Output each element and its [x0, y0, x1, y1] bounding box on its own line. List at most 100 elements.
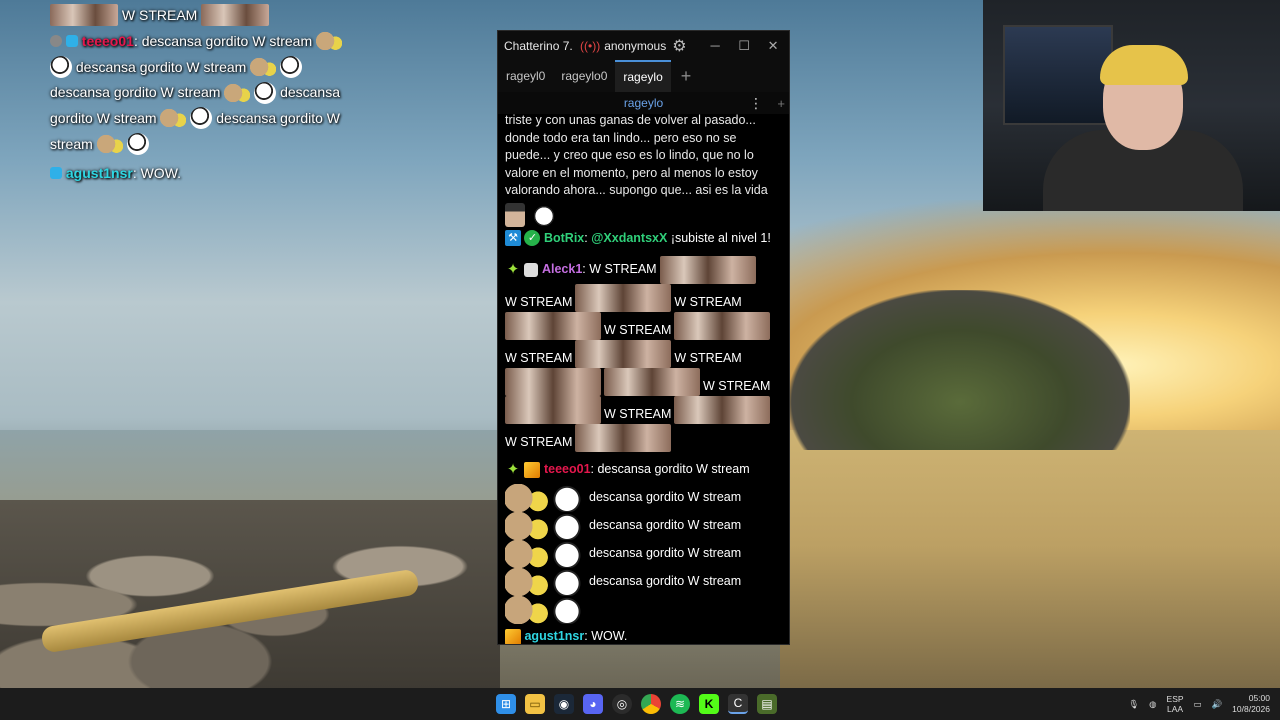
w-stream-emote: [674, 311, 771, 340]
chat-message: [505, 200, 782, 230]
message-text: W STREAM: [604, 407, 672, 421]
troll-emote: [549, 567, 585, 596]
add-tab-button[interactable]: +: [671, 60, 702, 92]
overlay-chat: W STREAM teeeo01: descansa gordito W str…: [50, 2, 380, 186]
language-indicator[interactable]: ESP LAA: [1167, 694, 1184, 714]
troll-emote: [126, 133, 149, 156]
verified-badge-icon: ✓: [524, 230, 541, 247]
overlay-line: descansa gordito W stream descansa: [50, 79, 380, 105]
w-stream-emote: [505, 367, 601, 396]
message-text: W STREAM: [674, 351, 742, 365]
overlay-text: WOW.: [140, 164, 182, 181]
w-stream-emote: [659, 255, 756, 284]
tab-rageylo0[interactable]: rageylo0: [553, 60, 615, 92]
message-text: ¡subiste al nivel 1!: [670, 230, 771, 245]
dog-emote: [250, 55, 277, 78]
troll-emote: [280, 55, 303, 78]
overlay-line: descansa gordito W stream: [50, 54, 380, 80]
chrome-icon[interactable]: [641, 694, 661, 714]
add-split-icon[interactable]: +: [777, 96, 785, 111]
clock[interactable]: 05:00 10/8/2026: [1232, 693, 1270, 715]
stream-emote-cell: [674, 311, 771, 340]
username[interactable]: teeeo01: [544, 461, 591, 479]
overlay-text: stream: [50, 135, 93, 152]
titlebar[interactable]: Chatterino 7. ((•)) anonymous ⚙ ─ ☐ ✕: [498, 31, 789, 60]
message-text: descansa gordito W stream: [597, 461, 750, 476]
maximize-button[interactable]: ☐: [730, 31, 759, 60]
file-explorer-icon[interactable]: ▭: [525, 694, 545, 714]
windows-start-icon[interactable]: ⊞: [496, 694, 516, 714]
steam-icon[interactable]: ◉: [554, 694, 574, 714]
dog-emote: [505, 595, 549, 624]
message-text: WOW.: [591, 628, 628, 643]
chat-message-part: [505, 595, 782, 624]
overlay-line: agust1nsr: WOW.: [50, 160, 380, 186]
overlay-text: descansa gordito W stream: [50, 84, 221, 101]
dog-emote: [505, 539, 549, 568]
kick-icon[interactable]: K: [699, 694, 719, 714]
w-stream-emote: [575, 283, 672, 312]
message-text: W STREAM: [703, 379, 771, 393]
overlay-line: gordito W stream descansa gordito W: [50, 105, 380, 131]
webcam-background-window: [1003, 25, 1113, 125]
overlay-line: teeeo01: descansa gordito W stream: [50, 28, 380, 54]
dog-emote: [96, 133, 123, 156]
message-text: W STREAM: [589, 261, 657, 276]
w-stream-emote: [50, 4, 118, 27]
terminal-icon[interactable]: ▤: [757, 694, 777, 714]
webcam-overlay: [983, 0, 1280, 211]
monitor-icon[interactable]: ▭: [1194, 699, 1202, 710]
stream-text-cell: W STREAM: [674, 284, 741, 312]
message-text: W STREAM: [604, 323, 672, 337]
split-header[interactable]: rageylo ⋮ +: [498, 92, 789, 114]
split-menu-icon[interactable]: ⋮: [749, 95, 763, 112]
channel-name[interactable]: rageylo: [624, 96, 663, 110]
overlay-username: teeeo01: [81, 32, 134, 49]
minimize-button[interactable]: ─: [701, 31, 730, 60]
chat-message-part: descansa gordito W stream: [505, 483, 782, 512]
message-text: descansa gordito W stream: [589, 545, 742, 560]
chat-message: ✦ Aleck1: W STREAM W STREAM W STREAM W S…: [505, 255, 782, 452]
troll-emote: [549, 511, 585, 540]
network-icon[interactable]: ◍: [1149, 699, 1156, 710]
message-text: descansa gordito W stream: [589, 489, 742, 504]
stream-text-cell: W STREAM: [505, 284, 572, 312]
stream-text-cell: W STREAM: [604, 312, 671, 340]
stream-text-cell: W STREAM: [604, 396, 671, 424]
username[interactable]: BotRix: [544, 231, 584, 245]
stream-text-cell: W STREAM: [703, 368, 770, 396]
tab-rageyl0[interactable]: rageyl0: [498, 60, 553, 92]
stream-emote-cell: [575, 283, 672, 312]
mention[interactable]: @XxdantsxX: [591, 231, 667, 245]
username[interactable]: Aleck1: [542, 261, 582, 279]
tab-rageylo[interactable]: rageylo: [615, 60, 671, 92]
discord-icon[interactable]: ◕: [583, 694, 603, 714]
dog-emote: [316, 30, 343, 53]
chat-message-part: descansa gordito W stream: [505, 511, 782, 540]
username[interactable]: agust1nsr: [524, 628, 584, 644]
troll-emote: [50, 55, 72, 78]
w-stream-emote: [505, 311, 601, 340]
troll-emote: [549, 595, 585, 624]
w-stream-emote: [674, 395, 771, 424]
message-list[interactable]: triste y con unas ganas de volver al pas…: [498, 112, 789, 644]
gear-icon[interactable]: ⚙: [672, 36, 686, 56]
stream-text-cell: W STREAM: [505, 340, 572, 368]
chat-message-part: descansa gordito W stream: [505, 567, 782, 596]
user-badge-icon: [524, 262, 539, 277]
troll-emote: [549, 483, 585, 512]
message-text: descansa gordito W stream: [589, 573, 742, 588]
broadcast-icon[interactable]: ((•)): [580, 39, 600, 53]
obs-icon[interactable]: ◎: [612, 694, 632, 714]
overlay-line: W STREAM: [50, 2, 380, 28]
stream-text-cell: W STREAM: [674, 340, 741, 368]
overlay-text: gordito W stream: [50, 109, 157, 126]
spotify-icon[interactable]: ≋: [670, 694, 690, 714]
chatterino-window[interactable]: Chatterino 7. ((•)) anonymous ⚙ ─ ☐ ✕ ra…: [497, 30, 790, 645]
volume-icon[interactable]: 🔊: [1212, 699, 1223, 710]
microphone-icon[interactable]: 🎙: [1128, 699, 1139, 710]
date: 10/8/2026: [1232, 704, 1270, 714]
chatterino-icon[interactable]: C: [728, 694, 748, 714]
account-name[interactable]: anonymous: [604, 39, 666, 53]
close-button[interactable]: ✕: [759, 31, 788, 60]
